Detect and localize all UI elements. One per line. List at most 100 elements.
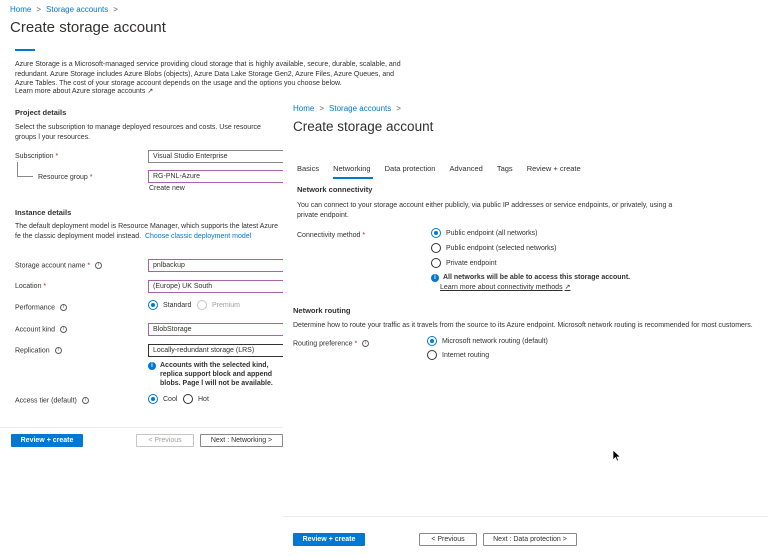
required-mark: *: [87, 262, 91, 270]
info-filled-icon: i: [148, 362, 156, 370]
connectivity-public-all-radio[interactable]: Public endpoint (all networks): [431, 228, 537, 238]
info-icon[interactable]: i: [95, 262, 103, 269]
connectivity-public-selected-radio[interactable]: Public endpoint (selected networks): [431, 243, 557, 253]
footer-divider: [283, 516, 768, 517]
info-icon[interactable]: i: [362, 340, 370, 347]
intro-text: Azure Storage is a Microsoft-managed ser…: [15, 61, 401, 87]
breadcrumb: Home > Storage accounts >: [10, 5, 118, 14]
resource-group-label-text: Resource group: [38, 174, 88, 181]
radio-label: Public endpoint (selected networks): [446, 244, 557, 252]
routing-preference-label-text: Routing preference: [293, 340, 353, 348]
review-create-button[interactable]: Review + create: [293, 533, 365, 546]
mouse-pointer-icon: [613, 450, 621, 462]
instance-details-heading: Instance details: [15, 208, 72, 217]
resource-group-select[interactable]: RG-PNL-Azure: [148, 170, 288, 183]
info-icon[interactable]: i: [60, 326, 68, 333]
radio-unselected-icon: [431, 258, 441, 268]
breadcrumb-separator: >: [36, 5, 42, 14]
replication-label-text: Replication: [15, 347, 50, 355]
tab-data-protection[interactable]: Data protection: [385, 164, 444, 179]
networking-panel: Home > Storage accounts > Create storage…: [283, 96, 768, 556]
storage-account-name-input[interactable]: pnlbackup: [148, 259, 288, 272]
account-kind-label-text: Account kind: [15, 326, 56, 334]
access-tier-label-text: Access tier (default): [15, 397, 77, 405]
connectivity-method-label-text: Connectivity method: [297, 232, 361, 239]
radio-label: Public endpoint (all networks): [446, 229, 538, 237]
performance-standard-radio[interactable]: Standard: [148, 300, 191, 310]
info-icon[interactable]: i: [60, 304, 68, 311]
required-mark: *: [43, 283, 47, 290]
network-connectivity-desc: You can connect to your storage account …: [297, 202, 673, 219]
radio-unselected-icon: [431, 243, 441, 253]
location-label-text: Location: [15, 283, 42, 290]
radio-disabled-icon: [197, 300, 207, 310]
access-tier-cool-radio[interactable]: Cool: [148, 394, 177, 404]
learn-more-connectivity-label: Learn more about connectivity methods: [440, 284, 563, 291]
next-data-protection-button[interactable]: Next : Data protection >: [483, 533, 577, 546]
network-routing-desc: Determine how to route your traffic as i…: [293, 322, 753, 329]
radio-selected-icon: [148, 300, 158, 310]
routing-internet-radio[interactable]: Internet routing: [427, 350, 489, 360]
info-icon[interactable]: i: [81, 397, 89, 404]
footer-divider: [0, 427, 283, 428]
info-filled-icon: i: [431, 274, 439, 282]
radio-label: Private endpoint: [446, 259, 497, 267]
network-connectivity-heading: Network connectivity: [297, 185, 373, 194]
replication-label: Replication i: [15, 347, 62, 354]
tab-tags[interactable]: Tags: [497, 164, 521, 179]
radio-label: Premium: [212, 301, 241, 309]
subscription-label: Subscription *: [15, 153, 58, 160]
external-link-icon: ↗: [564, 284, 571, 291]
page-title: Create storage account: [10, 19, 166, 36]
connectivity-method-label: Connectivity method *: [297, 232, 365, 239]
next-networking-button[interactable]: Next : Networking >: [200, 434, 283, 447]
create-new-link[interactable]: Create new: [149, 185, 185, 192]
radio-unselected-icon: [183, 394, 193, 404]
required-mark: *: [89, 174, 93, 181]
previous-button[interactable]: < Previous: [419, 533, 477, 546]
access-tier-hot-radio[interactable]: Hot: [183, 394, 209, 404]
tab-review-create[interactable]: Review + create: [527, 164, 589, 179]
routing-microsoft-radio[interactable]: Microsoft network routing (default): [427, 336, 548, 346]
location-label: Location *: [15, 283, 46, 290]
info-icon[interactable]: i: [54, 347, 62, 354]
location-select[interactable]: (Europe) UK South: [148, 280, 288, 293]
account-kind-select[interactable]: BlobStorage: [148, 323, 288, 336]
project-details-heading: Project details: [15, 108, 67, 117]
breadcrumb-storage-accounts[interactable]: Storage accounts: [329, 104, 391, 113]
tab-basics[interactable]: Basics: [297, 164, 327, 179]
classic-deployment-link[interactable]: Choose classic deployment model: [145, 233, 251, 240]
learn-more-label: Learn more about Azure storage accounts: [15, 88, 146, 95]
tab-networking[interactable]: Networking: [333, 164, 379, 179]
replication-select[interactable]: Locally-redundant storage (LRS): [148, 344, 288, 357]
subscription-select[interactable]: Visual Studio Enterprise: [148, 150, 288, 163]
previous-button: < Previous: [136, 434, 194, 447]
breadcrumb-separator: >: [319, 104, 325, 113]
breadcrumb-home[interactable]: Home: [293, 104, 314, 113]
breadcrumb-home[interactable]: Home: [10, 5, 31, 14]
project-details-desc: Select the subscription to manage deploy…: [15, 124, 261, 141]
performance-premium-radio: Premium: [197, 300, 240, 310]
radio-label: Internet routing: [442, 351, 490, 359]
radio-selected-icon: [427, 336, 437, 346]
resource-group-label: Resource group *: [38, 174, 93, 181]
radio-label: Standard: [163, 301, 192, 309]
replication-note-text: Accounts with the selected kind, replica…: [160, 362, 273, 387]
storage-account-name-label: Storage account name * i: [15, 262, 103, 270]
radio-selected-icon: [431, 228, 441, 238]
learn-more-connectivity-link[interactable]: Learn more about connectivity methods ↗: [440, 283, 570, 291]
tab-advanced[interactable]: Advanced: [449, 164, 490, 179]
review-create-button[interactable]: Review + create: [11, 434, 83, 447]
breadcrumb-separator: >: [396, 104, 401, 113]
connectivity-note-text: All networks will be able to access this…: [443, 274, 631, 281]
learn-more-storage-link[interactable]: Learn more about Azure storage accounts ↗: [15, 87, 153, 97]
subscription-label-text: Subscription: [15, 153, 54, 160]
performance-label-text: Performance: [15, 304, 56, 312]
connectivity-info-note: i All networks will be able to access thi…: [431, 273, 731, 282]
radio-label: Hot: [198, 395, 209, 403]
storage-account-name-label-text: Storage account name: [15, 262, 86, 270]
tree-connector: [17, 162, 33, 177]
routing-preference-label: Routing preference * i: [293, 340, 370, 348]
connectivity-private-radio[interactable]: Private endpoint: [431, 258, 497, 268]
breadcrumb-storage-accounts[interactable]: Storage accounts: [46, 5, 108, 14]
